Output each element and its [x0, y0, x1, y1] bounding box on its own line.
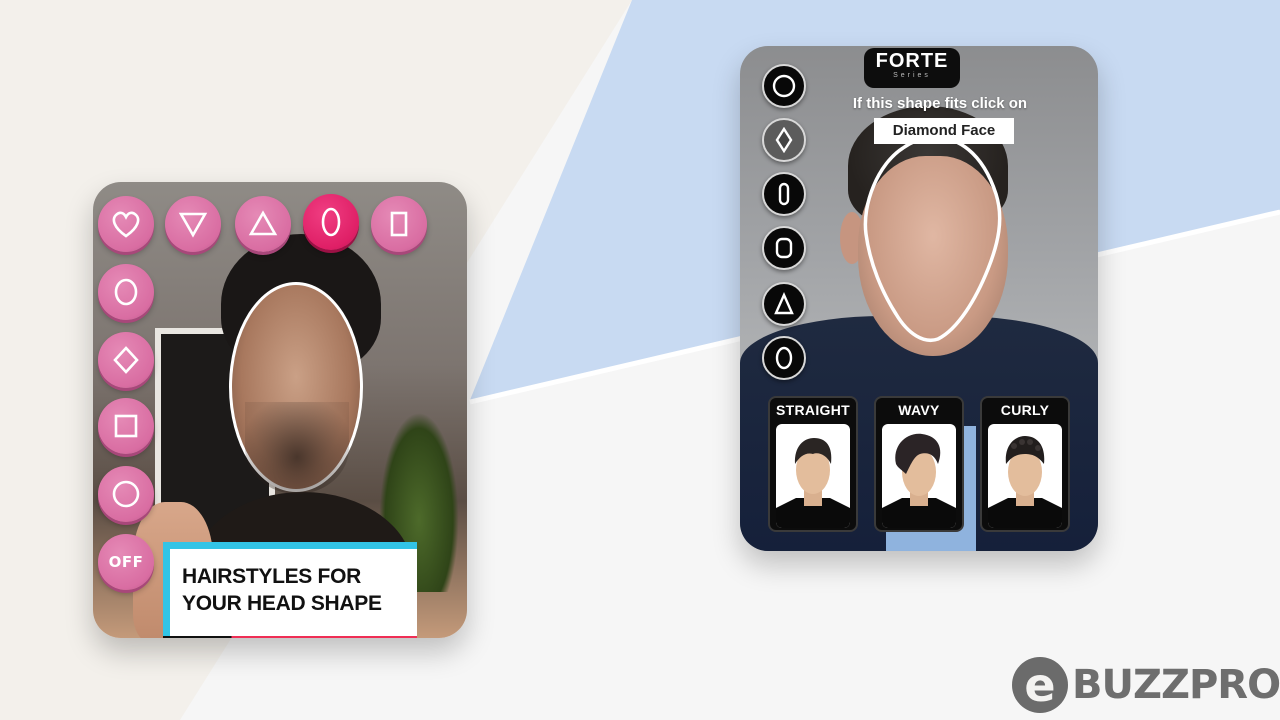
shape-button-oval[interactable]: [303, 194, 359, 250]
square-icon: [114, 414, 138, 438]
wavy-hair-illustration: [882, 424, 956, 528]
triangle-icon: [774, 292, 794, 315]
circle-icon: [772, 74, 796, 98]
diamond-icon: [113, 346, 139, 374]
shape-button-diamond[interactable]: [762, 118, 806, 162]
shape-button-circle[interactable]: [762, 64, 806, 108]
face-shape-label: Diamond Face: [874, 118, 1014, 144]
curly-hair-illustration: [988, 424, 1062, 528]
shape-button-circle[interactable]: [98, 466, 154, 522]
buzzpro-logo: e BUZZPRO: [1012, 655, 1280, 715]
wavy-hair-avatar-icon: [882, 433, 956, 528]
oblong-icon: [778, 182, 790, 206]
logo-e-icon: e: [1012, 657, 1068, 713]
hair-type-label: STRAIGHT: [776, 402, 850, 418]
hair-type-card-wavy[interactable]: WAVY: [874, 396, 964, 532]
diamond-icon: [775, 127, 793, 153]
logo-text: BUZZPRO: [1072, 662, 1280, 708]
brand-subtitle: Series: [893, 72, 931, 79]
caption-line-2: YOUR HEAD SHAPE: [182, 592, 382, 615]
shape-button-inverted-triangle[interactable]: [165, 196, 221, 252]
shape-button-square[interactable]: [98, 398, 154, 454]
shape-button-oblong[interactable]: [98, 264, 154, 320]
shape-button-diamond[interactable]: [98, 332, 154, 388]
hair-type-label: CURLY: [1000, 402, 1050, 418]
shape-button-heart[interactable]: [98, 196, 154, 252]
instruction-line-1: If this shape fits click on: [852, 95, 1028, 112]
off-button[interactable]: OFF: [98, 534, 154, 590]
caption-text: HAIRSTYLES FOR YOUR HEAD SHAPE: [182, 563, 382, 617]
shape-button-oval[interactable]: [762, 336, 806, 380]
triangle-icon: [248, 210, 278, 236]
inverted-triangle-icon: [178, 212, 208, 238]
shape-button-rounded-square[interactable]: [762, 226, 806, 270]
hair-type-card-straight[interactable]: STRAIGHT: [768, 396, 858, 532]
hair-type-label: WAVY: [898, 402, 940, 418]
heart-icon: [112, 211, 140, 238]
shape-button-oblong[interactable]: [762, 172, 806, 216]
rounded-square-icon: [775, 237, 793, 259]
oval-icon: [321, 207, 341, 237]
face-diamond-outline: [863, 135, 1002, 342]
shape-button-triangle[interactable]: [762, 282, 806, 326]
left-phone-screenshot: OFF HAIRSTYLES FOR YOUR HEAD SHAPE: [93, 182, 467, 638]
curly-hair-avatar-icon: [988, 436, 1062, 528]
straight-hair-avatar-icon: [776, 438, 850, 528]
shape-button-triangle[interactable]: [235, 196, 291, 252]
person-beard: [245, 402, 349, 494]
caption-line-1: HAIRSTYLES FOR: [182, 565, 361, 588]
oblong-icon: [114, 278, 138, 306]
circle-icon: [112, 480, 140, 508]
caption-box: HAIRSTYLES FOR YOUR HEAD SHAPE: [163, 542, 417, 638]
hair-type-card-curly[interactable]: CURLY: [980, 396, 1070, 532]
rectangle-icon: [390, 211, 408, 237]
shape-button-rectangle[interactable]: [371, 196, 427, 252]
oval-icon: [775, 346, 793, 370]
straight-hair-illustration: [776, 424, 850, 528]
forte-brand-badge: FORTE Series: [864, 48, 960, 88]
right-phone-screenshot: FORTE Series If this shape fits click on…: [740, 46, 1098, 551]
off-button-label: OFF: [108, 553, 144, 571]
brand-title: FORTE: [875, 50, 949, 72]
